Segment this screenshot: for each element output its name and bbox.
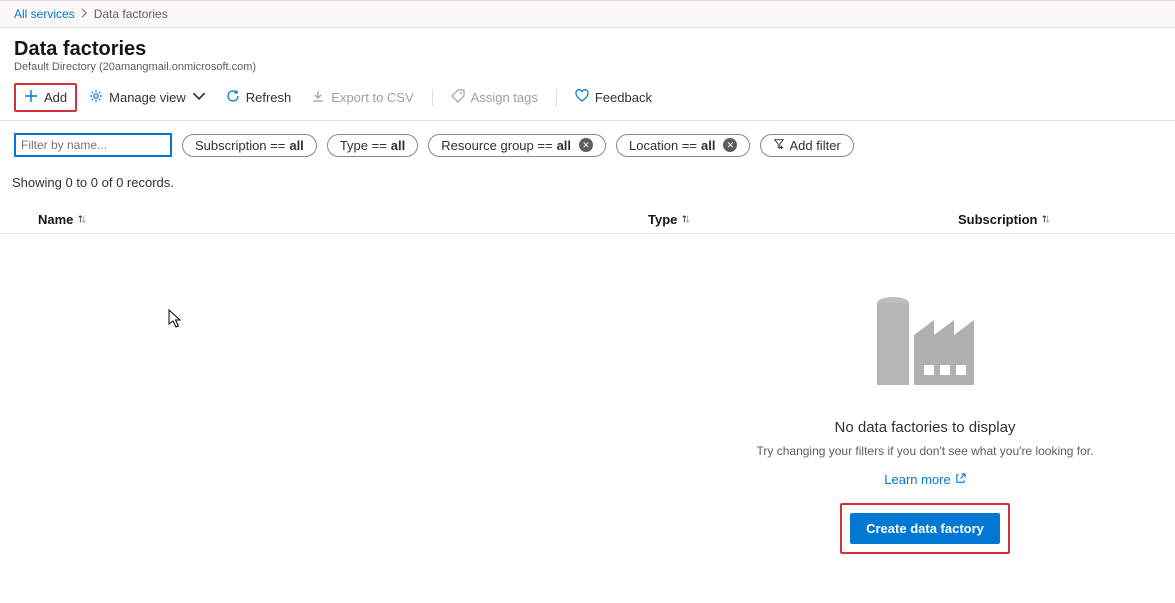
filter-subscription-label: Subscription ==: [195, 138, 285, 153]
table-header: Name Type Subscription: [0, 204, 1175, 234]
factory-icon: [870, 295, 980, 393]
filter-location-label: Location ==: [629, 138, 697, 153]
cursor-icon: [168, 309, 184, 332]
chevron-right-icon: [81, 7, 88, 21]
heart-icon: [575, 89, 589, 106]
export-csv-button[interactable]: Export to CSV: [303, 85, 421, 110]
empty-subtitle: Try changing your filters if you don't s…: [757, 444, 1094, 458]
page-header: Data factories Default Directory (20aman…: [0, 28, 1175, 77]
filter-subscription[interactable]: Subscription == all: [182, 134, 317, 157]
filter-type-label: Type ==: [340, 138, 387, 153]
separator: [432, 89, 433, 107]
refresh-label: Refresh: [246, 90, 292, 105]
assign-tags-button[interactable]: Assign tags: [443, 85, 546, 110]
separator: [556, 89, 557, 107]
learn-more-label: Learn more: [884, 472, 950, 487]
feedback-button[interactable]: Feedback: [567, 85, 660, 110]
add-label: Add: [44, 90, 67, 105]
external-link-icon: [955, 472, 966, 487]
filter-resource-group[interactable]: Resource group == all ✕: [428, 134, 606, 157]
empty-state: No data factories to display Try changin…: [715, 295, 1135, 554]
refresh-icon: [226, 89, 240, 106]
gear-icon: [89, 89, 103, 106]
column-name-label: Name: [38, 212, 73, 227]
page-subtitle: Default Directory (20amangmail.onmicroso…: [14, 61, 1161, 73]
column-subscription[interactable]: Subscription: [958, 212, 1161, 227]
assign-tags-label: Assign tags: [471, 90, 538, 105]
add-filter-label: Add filter: [789, 138, 840, 153]
filter-location[interactable]: Location == all ✕: [616, 134, 750, 157]
column-type-label: Type: [648, 212, 677, 227]
feedback-label: Feedback: [595, 90, 652, 105]
sort-icon: [77, 212, 87, 227]
filter-location-value: all: [701, 138, 715, 153]
filter-by-name-input[interactable]: [14, 133, 172, 157]
column-subscription-label: Subscription: [958, 212, 1037, 227]
breadcrumb-current: Data factories: [94, 7, 168, 21]
filter-type[interactable]: Type == all: [327, 134, 418, 157]
filter-resource-group-label: Resource group ==: [441, 138, 552, 153]
tag-icon: [451, 89, 465, 106]
plus-icon: [24, 89, 38, 106]
create-data-factory-button[interactable]: Create data factory: [850, 513, 1000, 544]
export-csv-label: Export to CSV: [331, 90, 413, 105]
column-name[interactable]: Name: [38, 212, 648, 227]
empty-title: No data factories to display: [835, 419, 1016, 436]
chevron-down-icon: [192, 89, 206, 106]
column-type[interactable]: Type: [648, 212, 958, 227]
add-filter-button[interactable]: Add filter: [760, 134, 853, 157]
breadcrumb-all-services[interactable]: All services: [14, 7, 75, 21]
clear-icon[interactable]: ✕: [723, 138, 737, 152]
sort-icon: [1041, 212, 1051, 227]
filter-subscription-value: all: [289, 138, 303, 153]
filter-row: Subscription == all Type == all Resource…: [0, 121, 1175, 163]
manage-view-button[interactable]: Manage view: [81, 85, 214, 110]
breadcrumb: All services Data factories: [0, 0, 1175, 28]
page-title: Data factories: [14, 38, 1161, 61]
sort-icon: [681, 212, 691, 227]
manage-view-label: Manage view: [109, 90, 186, 105]
filter-resource-group-value: all: [557, 138, 571, 153]
create-button-highlight: Create data factory: [840, 503, 1010, 554]
learn-more-link[interactable]: Learn more: [884, 472, 965, 487]
add-filter-icon: [773, 138, 785, 153]
filter-type-value: all: [391, 138, 405, 153]
refresh-button[interactable]: Refresh: [218, 85, 300, 110]
records-count: Showing 0 to 0 of 0 records.: [0, 163, 1175, 190]
add-button[interactable]: Add: [14, 83, 77, 112]
command-bar: Add Manage view Refresh Export to CSV As…: [0, 77, 1175, 121]
clear-icon[interactable]: ✕: [579, 138, 593, 152]
download-icon: [311, 89, 325, 106]
